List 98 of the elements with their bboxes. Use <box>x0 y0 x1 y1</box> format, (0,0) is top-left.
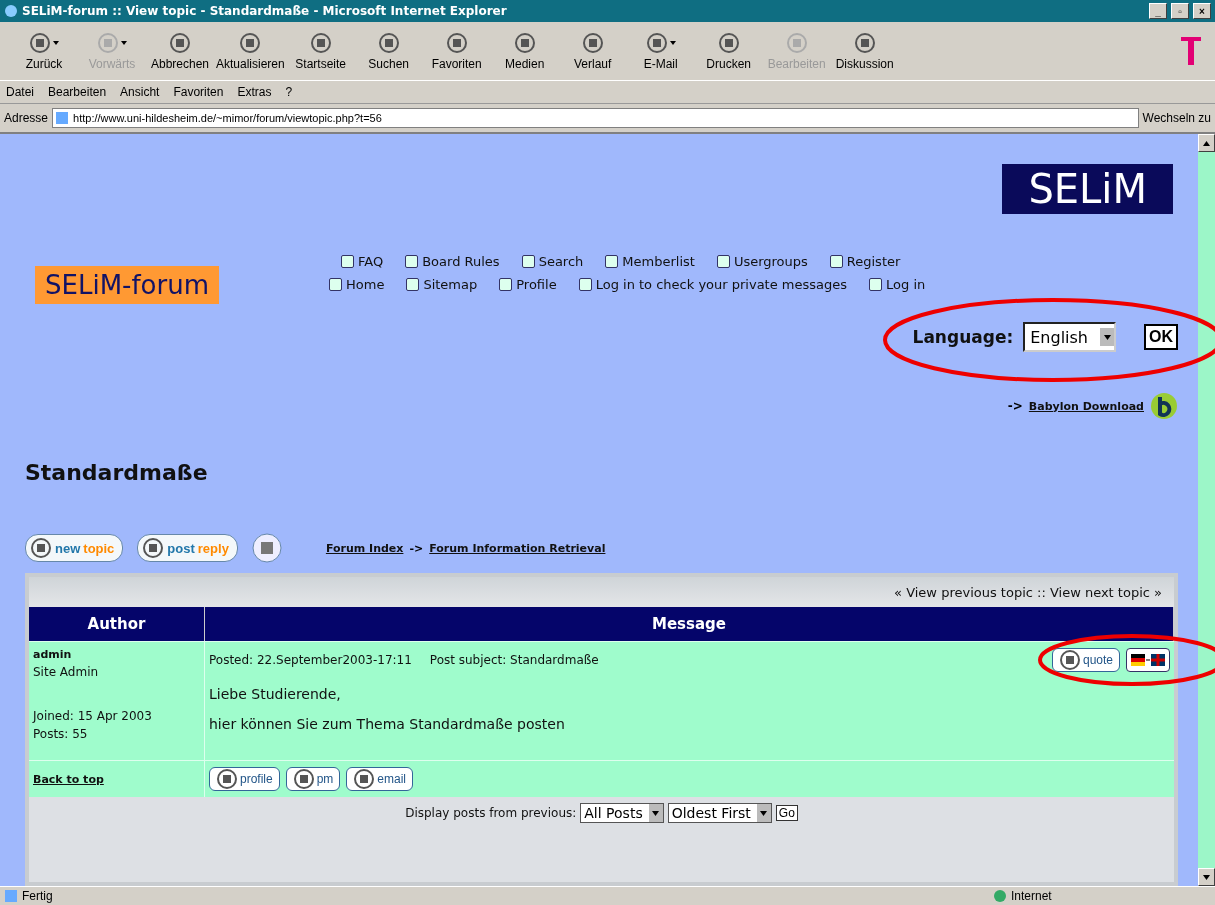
logo-icon <box>1179 35 1203 67</box>
topic-title: Standardmaße <box>25 460 209 485</box>
posts-select[interactable]: All Posts <box>580 803 664 823</box>
display-label: Display posts from previous: <box>405 806 577 820</box>
babylon-logo-icon <box>1150 392 1178 420</box>
nav-link[interactable]: Log in to check your private messages <box>578 277 848 292</box>
zone-text: Internet <box>1011 889 1053 903</box>
menu-item[interactable]: Bearbeiten <box>48 85 107 99</box>
toolbar-button[interactable]: Verlauf <box>560 31 625 71</box>
toolbar-icon <box>169 31 191 54</box>
ok-button[interactable]: OK <box>1144 324 1178 350</box>
joined-date: Joined: 15 Apr 2003 <box>33 709 153 723</box>
menu-item[interactable]: Datei <box>6 85 34 99</box>
address-label: Adresse <box>4 111 49 125</box>
page-icon <box>4 889 18 903</box>
profile-button[interactable]: pm <box>285 767 341 791</box>
toolbar-icon <box>239 31 262 54</box>
caret-icon <box>652 810 660 816</box>
caret-icon <box>760 810 768 816</box>
nav-link[interactable]: Usergroups <box>716 254 808 269</box>
toolbar-icon <box>717 31 740 54</box>
breadcrumb-separator: -> <box>409 541 424 555</box>
toolbar-icon <box>309 31 332 54</box>
author-name: admin <box>33 648 73 661</box>
menu-item[interactable]: ? <box>285 85 293 99</box>
action-button[interactable]: post reply <box>137 534 238 562</box>
toolbar-icon <box>377 31 400 54</box>
action-button[interactable]: new topic <box>25 534 124 562</box>
site-logo: SELiM <box>1002 164 1173 214</box>
profile-button[interactable]: profile <box>209 767 280 791</box>
toolbar-button[interactable]: Suchen <box>356 31 421 71</box>
posted-date: Posted: 22.September2003-17:11 <box>209 653 412 667</box>
post-subject: Post subject: Standardmaße <box>429 653 599 667</box>
scroll-down-button[interactable] <box>1198 868 1215 886</box>
arrow-down-icon <box>1203 874 1210 880</box>
toolbar-button[interactable]: Diskussion <box>832 31 897 71</box>
toolbar-icon <box>785 31 808 54</box>
breadcrumb-link[interactable]: Forum Index <box>325 541 404 555</box>
toolbar-icon <box>513 31 536 54</box>
scroll-up-button[interactable] <box>1198 134 1215 152</box>
window-control[interactable]: × <box>1193 3 1211 19</box>
nav-link[interactable]: Sitemap <box>406 277 478 292</box>
language-label: Language: <box>912 327 1014 347</box>
toolbar-button[interactable]: Favoriten <box>424 31 489 71</box>
window-control[interactable]: ▫ <box>1171 3 1189 19</box>
order-select[interactable]: Oldest First <box>667 803 772 823</box>
post-text: hier können Sie zum Thema Standardmaße posten <box>209 716 566 732</box>
toolbar-icon <box>97 31 119 54</box>
translate-flag-icon[interactable] <box>1126 648 1170 672</box>
nav-link[interactable]: Board Rules <box>405 254 500 269</box>
breadcrumb-link[interactable]: Forum Information Retrieval <box>429 541 606 555</box>
address-field[interactable]: http://www.uni-hildesheim.de/~mimor/forum/viewtopic.php?t=56 <box>52 108 1139 128</box>
toolbar-icon <box>581 31 604 54</box>
caret-icon <box>1103 334 1111 340</box>
menu-item[interactable]: Ansicht <box>120 85 160 99</box>
browser-icon <box>4 4 18 18</box>
go-button[interactable]: Go <box>775 805 798 821</box>
nav-link[interactable]: Log in <box>869 277 926 292</box>
profile-button[interactable]: email <box>346 767 414 791</box>
babylon-link[interactable]: Babylon Download <box>1028 399 1144 413</box>
toolbar-icon <box>29 31 51 54</box>
toolbar-button[interactable]: Medien <box>492 31 557 71</box>
toolbar-button[interactable]: Abbrechen <box>148 31 212 71</box>
author-rank: Site Admin <box>33 665 100 679</box>
window-control[interactable]: _ <box>1149 3 1167 19</box>
back-to-top-link[interactable]: Back to top <box>33 773 200 786</box>
nav-link[interactable]: Search <box>521 254 584 269</box>
status-text: Fertig <box>22 889 54 903</box>
nav-link[interactable]: Memberlist <box>605 254 695 269</box>
nav-link[interactable]: Register <box>829 254 901 269</box>
arrow-up-icon <box>1203 140 1210 146</box>
globe-icon <box>993 889 1007 903</box>
caret-icon <box>53 40 59 45</box>
page-icon <box>55 111 70 125</box>
menu-item[interactable]: Favoriten <box>173 85 224 99</box>
menu-item[interactable]: Extras <box>237 85 272 99</box>
window-title: SELiM-forum :: View topic - Standardmaße - Microsoft Internet Explorer <box>22 4 508 18</box>
toolbar-icon <box>853 31 876 54</box>
topic-nav[interactable]: « View previous topic :: View next topic » <box>29 577 1174 607</box>
nav-link[interactable]: Profile <box>499 277 557 292</box>
post-text: Liebe Studierende, <box>209 686 342 702</box>
quote-button[interactable]: quote <box>1051 648 1120 672</box>
post-count: Posts: 55 <box>33 727 89 741</box>
toolbar-button[interactable]: E-Mail <box>628 31 693 71</box>
toolbar-button[interactable]: Startseite <box>288 31 353 71</box>
toolbar-button[interactable]: Drucken <box>696 31 761 71</box>
nav-link[interactable]: FAQ <box>341 254 384 269</box>
forum-logo[interactable]: SELiM-forum <box>35 266 219 304</box>
language-select[interactable]: English <box>1023 322 1116 352</box>
caret-icon <box>121 40 127 45</box>
toolbar-icon <box>645 31 668 54</box>
arrow-text: -> <box>1007 399 1023 413</box>
toolbar-icon <box>445 31 468 54</box>
caret-icon <box>669 40 676 45</box>
go-button[interactable]: Wechseln zu <box>1142 111 1211 125</box>
toolbar-button[interactable]: Aktualisieren <box>216 31 285 71</box>
toolbar-button[interactable]: Zurück <box>12 31 76 71</box>
nav-link[interactable]: Home <box>329 277 385 292</box>
